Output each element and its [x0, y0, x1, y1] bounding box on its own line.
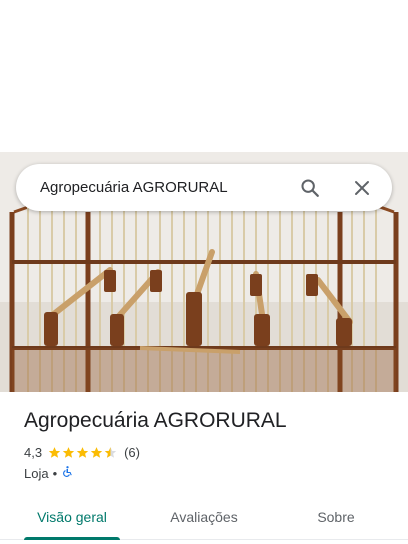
category-row: Loja •	[24, 465, 73, 481]
tab-label: Avaliações	[170, 509, 238, 525]
tab-label: Visão geral	[37, 509, 107, 525]
close-icon[interactable]	[344, 170, 380, 206]
star-rating	[48, 446, 118, 459]
tab-overview[interactable]: Visão geral	[24, 495, 120, 540]
star-icon	[76, 447, 89, 458]
search-icon[interactable]	[292, 170, 328, 206]
place-name: Agropecuária AGRORURAL	[24, 409, 287, 432]
rating-row[interactable]: 4,3 (6)	[24, 445, 140, 460]
star-icon	[62, 447, 75, 458]
separator-dot: •	[52, 465, 58, 481]
wheelchair-icon	[61, 465, 73, 481]
active-tab-indicator	[24, 537, 120, 540]
half-star-icon	[104, 447, 117, 458]
star-icon	[90, 447, 103, 458]
place-tabs: Visão geral Avaliações Sobre	[0, 495, 408, 540]
review-count[interactable]: (6)	[124, 445, 140, 460]
tab-about[interactable]: Sobre	[288, 495, 384, 539]
search-bar[interactable]: Agropecuária AGRORURAL	[16, 164, 392, 211]
map-blank-area	[0, 0, 408, 152]
place-category: Loja	[24, 465, 49, 481]
tab-label: Sobre	[317, 509, 355, 525]
tab-reviews[interactable]: Avaliações	[156, 495, 252, 539]
rating-value: 4,3	[24, 445, 43, 460]
search-query[interactable]: Agropecuária AGRORURAL	[16, 179, 292, 196]
star-icon	[48, 447, 61, 458]
